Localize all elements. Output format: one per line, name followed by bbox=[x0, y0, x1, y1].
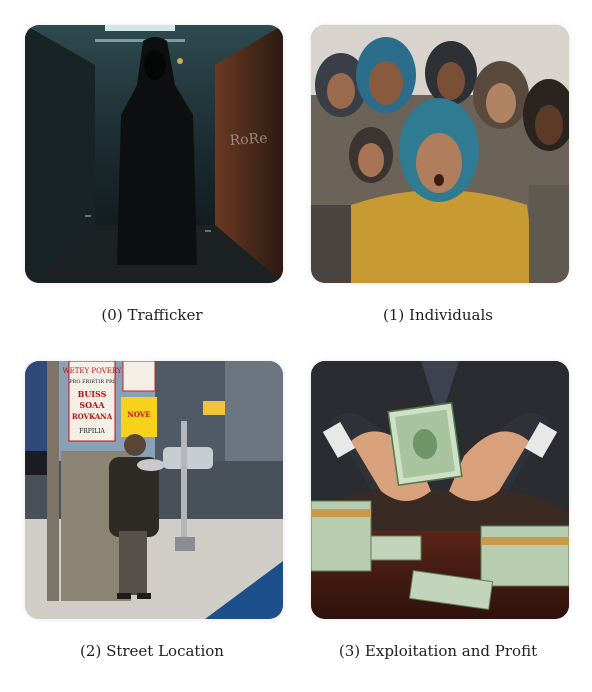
caption-individuals: (1) Individuals bbox=[383, 306, 493, 324]
caption-exploitation-profit: (3) Exploitation and Profit bbox=[338, 642, 538, 660]
caption-street-location: (2) Street Location bbox=[80, 642, 224, 660]
sign-text-soaa: SOAA bbox=[79, 400, 105, 410]
sign-text-rovkana: ROVKANA bbox=[72, 412, 113, 421]
svg-text:RoRe: RoRe bbox=[229, 130, 268, 149]
panel-street-location-image: WETEY POVERY PRO FRIRTIR PRI BUISS SOAA … bbox=[25, 361, 283, 619]
caption-trafficker: (0) Trafficker bbox=[101, 306, 203, 324]
sign-text-wetey: WETEY POVERY bbox=[62, 367, 121, 375]
sign-text-pro: PRO FRIRTIR PRI bbox=[69, 379, 114, 385]
panel-exploitation-profit-image bbox=[311, 361, 569, 619]
sign-text-frpilia: FRPILIA bbox=[79, 428, 105, 435]
panel-individuals-image bbox=[311, 25, 569, 283]
sign-text-nove: NOVE bbox=[127, 410, 150, 419]
panel-trafficker-image: RoRe bbox=[25, 25, 283, 283]
sign-text-buiss: BUISS bbox=[78, 389, 107, 399]
